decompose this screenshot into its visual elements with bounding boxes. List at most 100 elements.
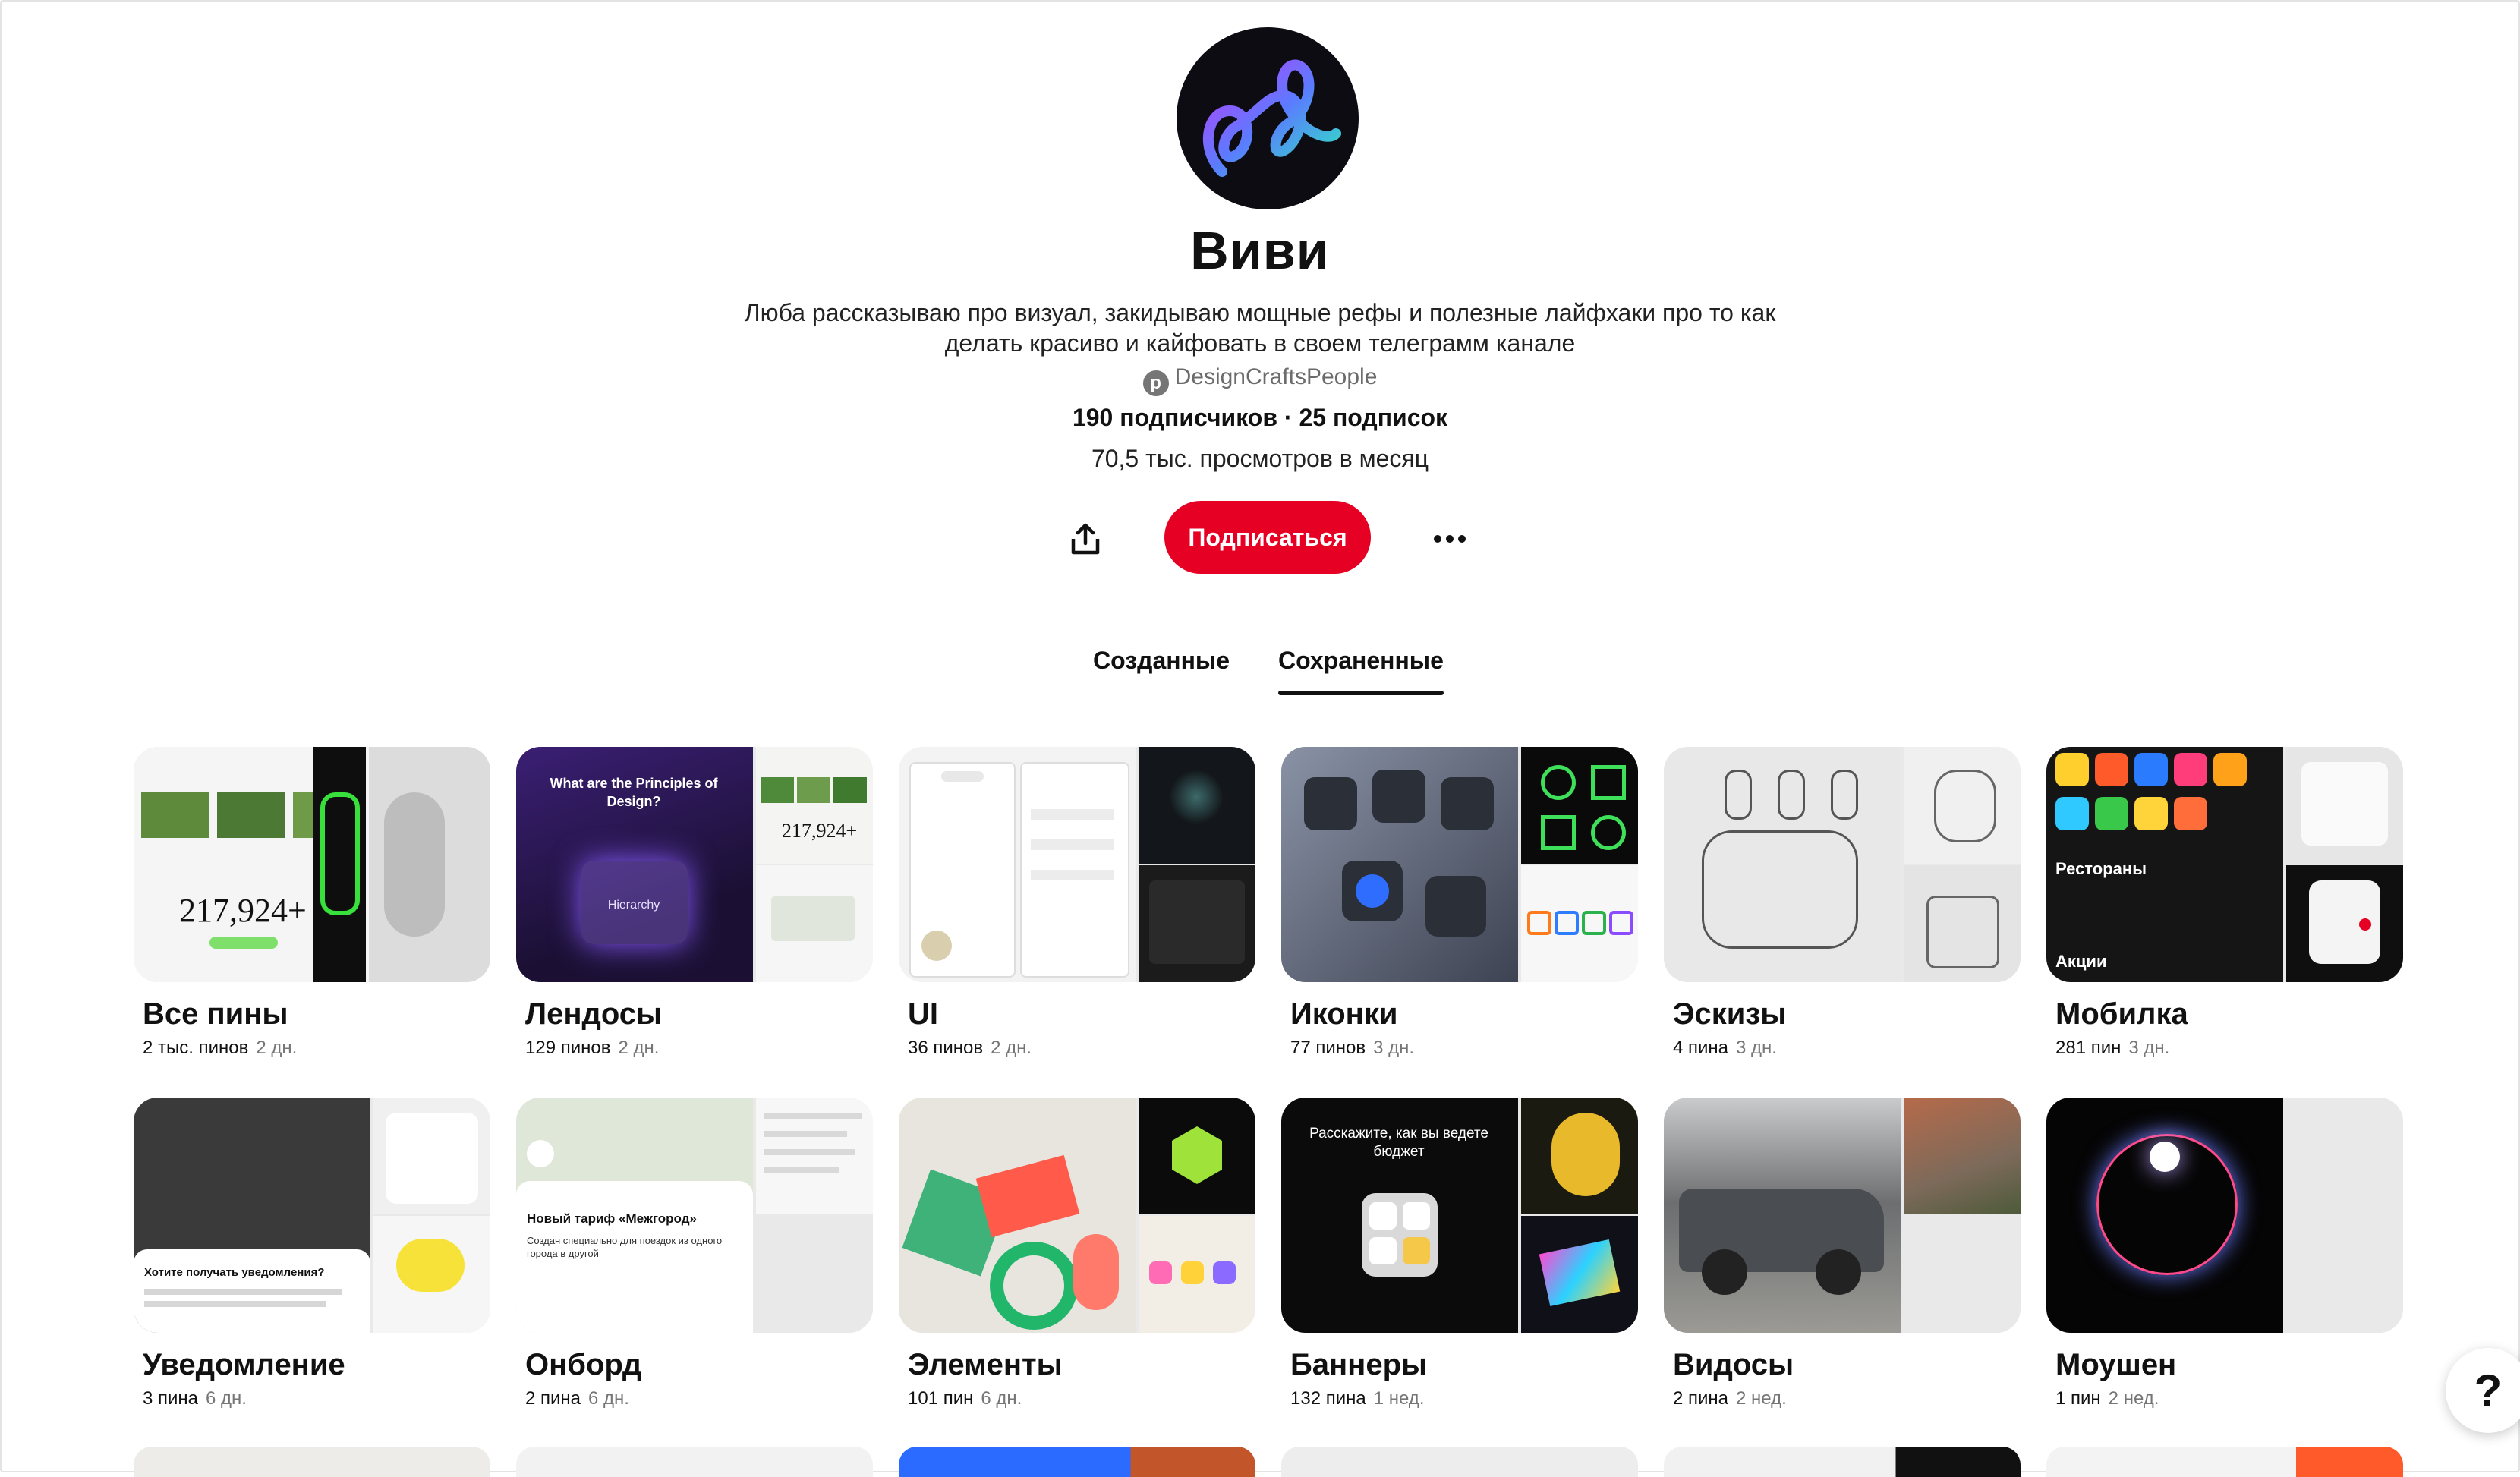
- board-cover-side: [756, 1098, 873, 1214]
- cover-ui-line: [144, 1289, 342, 1295]
- board-age: 3 дн.: [1736, 1038, 1777, 1058]
- cover-photo: [141, 792, 209, 838]
- cover-neon-icon: [1541, 815, 1576, 850]
- board-cover-peek[interactable]: [1664, 1447, 2021, 1477]
- cover-cube: [1372, 770, 1425, 823]
- cover-text: Хотите получать уведомления?: [144, 1266, 325, 1279]
- board-card[interactable]: Элементы 101 пин 6 дн.: [899, 1098, 1255, 1409]
- cover-text: 217,924+: [782, 820, 858, 842]
- board-cover-side: [373, 1216, 490, 1333]
- profile-name: Виви: [1190, 221, 1330, 280]
- board-pin-count: 132 пина: [1290, 1388, 1366, 1409]
- cover-chat-icon: [1582, 911, 1606, 935]
- board-card[interactable]: Хотите получать уведомления? Уведомление…: [134, 1098, 490, 1409]
- board-cover[interactable]: [1281, 747, 1638, 982]
- board-card[interactable]: Иконки 77 пинов 3 дн.: [1281, 747, 1638, 1059]
- cover-text: 217,924+: [179, 892, 307, 929]
- back-arrow-icon: [527, 1140, 554, 1167]
- cover-text: Создан специально для поездок из одного …: [527, 1235, 723, 1259]
- board-cover[interactable]: 217,924+: [134, 747, 490, 982]
- profile-stats[interactable]: 190 подписчиков · 25 подписок: [0, 404, 2520, 432]
- board-cover-side: [1904, 1098, 2021, 1214]
- board-cover[interactable]: [899, 1098, 1255, 1333]
- board-cover-main: Новый тариф «Межгород» Создан специально…: [516, 1098, 753, 1333]
- board-cover-side: [1139, 1216, 1255, 1333]
- board-meta: 281 пин 3 дн.: [2046, 1038, 2403, 1059]
- board-cover-peek[interactable]: [134, 1447, 490, 1477]
- board-cover-peek[interactable]: [2046, 1447, 2403, 1477]
- board-cover-main: [1281, 747, 1518, 982]
- share-button[interactable]: [1055, 509, 1116, 569]
- board-cover[interactable]: Рестораны Акции: [2046, 747, 2403, 982]
- more-icon: [1434, 535, 1466, 543]
- board-title: Моушен: [2055, 1348, 2177, 1381]
- cover-list-card: [386, 1113, 478, 1204]
- cover-chat-icon: [1555, 911, 1579, 935]
- board-cover-peek[interactable]: [899, 1447, 1255, 1477]
- cover-cube: [1441, 777, 1494, 830]
- tab-created[interactable]: Созданные: [1093, 647, 1230, 675]
- board-meta: 2 пина 6 дн.: [516, 1388, 873, 1409]
- board-cover-side: [1904, 1216, 2021, 1333]
- board-age: 3 дн.: [2128, 1038, 2170, 1058]
- board-pin-count: 3 пина: [143, 1388, 199, 1409]
- cover-app-tile: [2134, 753, 2168, 786]
- cover-ui-line: [764, 1167, 839, 1173]
- profile-bio: Люба рассказываю про визуал, закидываю м…: [744, 299, 1776, 357]
- board-cover[interactable]: [2046, 1098, 2403, 1333]
- cover-block: [771, 896, 855, 941]
- profile-handle-text: DesignCraftsPeople: [1174, 364, 1378, 389]
- cover-neon-icon: [1591, 765, 1626, 800]
- board-pin-count: 4 пина: [1673, 1038, 1729, 1058]
- board-cover-main: [1664, 1098, 1901, 1333]
- board-card[interactable]: What are the Principles of Design? Hiera…: [516, 747, 873, 1059]
- board-pin-count: 129 пинов: [525, 1038, 611, 1058]
- board-age: 2 дн.: [991, 1038, 1032, 1058]
- board-cover[interactable]: [1664, 1098, 2021, 1333]
- follow-button[interactable]: Подписаться: [1164, 501, 1371, 574]
- board-cover[interactable]: [899, 747, 1255, 982]
- board-card[interactable]: Рестораны Акции Мобилка 281 пин 3 дн.: [2046, 747, 2403, 1059]
- cover-chat-icon: [1527, 911, 1551, 935]
- board-cover-peek[interactable]: [1281, 1447, 1638, 1477]
- profile-actions: Подписаться: [0, 498, 2520, 574]
- board-card[interactable]: Видосы 2 пина 2 нед.: [1664, 1098, 2021, 1409]
- avatar-logo-icon: [1202, 59, 1341, 177]
- board-cover-side: 217,924+: [756, 747, 873, 864]
- cover-chat-icon: [1609, 911, 1633, 935]
- board-cover-side: [756, 1216, 873, 1333]
- board-card[interactable]: UI 36 пинов 2 дн.: [899, 747, 1255, 1059]
- board-cover-main: Рестораны Акции: [2046, 747, 2283, 982]
- cover-wheel: [1702, 1249, 1747, 1295]
- board-card[interactable]: Расскажите, как вы ведете бюджет Баннеры…: [1281, 1098, 1638, 1409]
- board-cover-side: [1139, 1098, 1255, 1214]
- board-cover[interactable]: Новый тариф «Межгород» Создан специально…: [516, 1098, 873, 1333]
- board-cover[interactable]: What are the Principles of Design? Hiera…: [516, 747, 873, 982]
- board-card[interactable]: Новый тариф «Межгород» Создан специально…: [516, 1098, 873, 1409]
- board-title: Эскизы: [1673, 997, 1787, 1031]
- board-cover-main: [899, 747, 1136, 982]
- cover-text: Расскажите, как вы ведете бюджет: [1309, 1126, 1488, 1160]
- profile-avatar: [1177, 27, 1359, 209]
- board-pin-count: 77 пинов: [1290, 1038, 1366, 1058]
- board-card[interactable]: Моушен 1 пин 2 нед.: [2046, 1098, 2403, 1409]
- calc-key: [1403, 1202, 1430, 1230]
- board-cover-side: [1521, 747, 1638, 864]
- board-pin-count: 101 пин: [908, 1388, 974, 1409]
- board-card[interactable]: 217,924+ Все пины 2 тыс. пинов 2 дн.: [134, 747, 490, 1059]
- cover-dialog: [1149, 880, 1245, 964]
- board-cover[interactable]: [1664, 747, 2021, 982]
- board-cover-side: [2286, 747, 2403, 864]
- board-cover[interactable]: Хотите получать уведомления?: [134, 1098, 490, 1333]
- more-options-button[interactable]: [1419, 509, 1480, 569]
- cover-sketch-earbud: [1725, 770, 1752, 820]
- board-meta: 101 пин 6 дн.: [899, 1388, 1255, 1409]
- board-cover[interactable]: Расскажите, как вы ведете бюджет: [1281, 1098, 1638, 1333]
- board-age: 1 нед.: [1373, 1388, 1425, 1409]
- board-card[interactable]: Эскизы 4 пина 3 дн.: [1664, 747, 2021, 1059]
- profile-handle[interactable]: p DesignCraftsPeople: [0, 364, 2520, 396]
- board-cover-peek[interactable]: [516, 1447, 873, 1477]
- tab-saved[interactable]: Сохраненные: [1278, 647, 1444, 675]
- cover-coin: [1551, 1113, 1620, 1196]
- cover-ui-avatar: [921, 931, 952, 961]
